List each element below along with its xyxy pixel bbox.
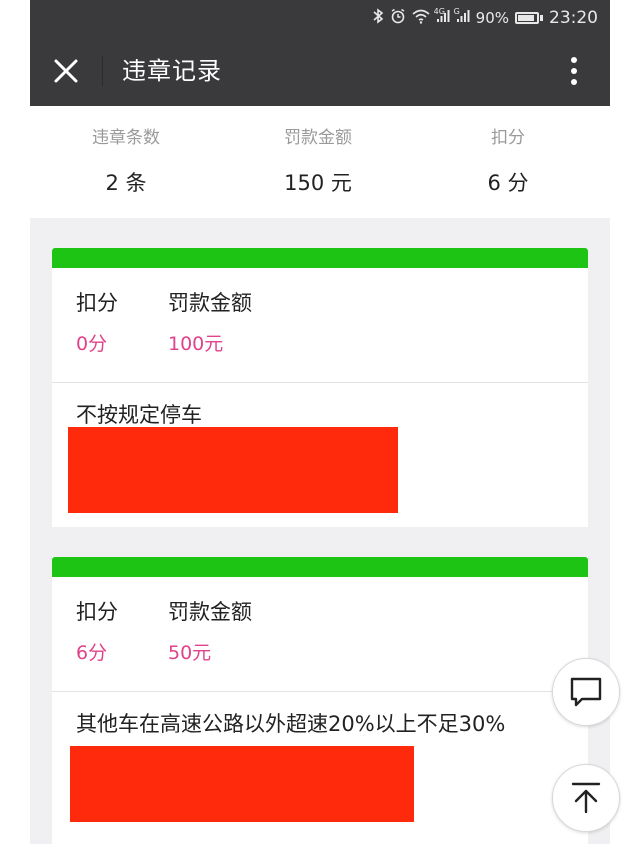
back-to-top-button[interactable] [552,764,620,832]
points-label: 扣分 [76,600,118,624]
redacted-block [70,746,414,822]
status-time: 23:20 [549,8,598,28]
summary-count-label: 违章条数 [92,128,160,148]
signal-icon: G [454,7,470,27]
summary-fine-label: 罚款金额 [284,128,352,148]
more-options-button[interactable] [556,53,592,89]
back-to-top-icon [571,782,601,814]
alarm-icon [390,8,406,28]
title-divider [102,56,103,86]
points-value: 6分 [76,642,108,664]
fine-value: 100元 [168,333,224,355]
card-description: 其他车在高速公路以外超速20%以上不足30% [52,692,588,844]
fine-value: 50元 [168,642,212,664]
phone-screen: 4G G 90% 23:20 违章记录 违章条数 2 条 罚款金额 150 元 … [30,0,610,844]
fine-label: 罚款金额 [168,600,252,624]
points-value: 0分 [76,333,108,355]
violation-description: 不按规定停车 [76,403,202,427]
more-vertical-icon [571,57,577,85]
card-stats: 扣分 罚款金额 6分 50元 [52,577,588,692]
redacted-block [68,427,398,513]
violation-card[interactable]: 扣分 罚款金额 0分 100元 不按规定停车 [52,248,588,527]
status-icons: 4G G 90% 23:20 [372,7,598,28]
page-title: 违章记录 [122,57,222,85]
network-tag: 4G [433,7,445,16]
points-label: 扣分 [76,291,118,315]
bluetooth-icon [372,8,384,28]
violation-card[interactable]: 扣分 罚款金额 6分 50元 其他车在高速公路以外超速20%以上不足30% [52,557,588,844]
card-stats: 扣分 罚款金额 0分 100元 [52,268,588,383]
fine-label: 罚款金额 [168,291,252,315]
summary-points: 扣分 6 分 [428,126,588,198]
card-accent-bar [52,557,588,577]
card-description: 不按规定停车 [52,383,588,527]
sim-tag: G [453,7,460,16]
summary-count: 违章条数 2 条 [46,126,206,198]
status-bar: 4G G 90% 23:20 [30,0,610,36]
violation-description: 其他车在高速公路以外超速20%以上不足30% [76,712,506,736]
comment-button[interactable] [552,658,620,726]
summary-fine-value: 150 元 [284,171,352,195]
close-button[interactable] [48,53,84,89]
title-bar: 违章记录 [30,36,610,106]
card-accent-bar [52,248,588,268]
battery-percent: 90% [475,9,509,27]
summary-points-value: 6 分 [487,171,529,195]
summary-panel: 违章条数 2 条 罚款金额 150 元 扣分 6 分 [30,106,610,218]
summary-points-label: 扣分 [491,128,525,148]
summary-count-value: 2 条 [105,171,147,195]
close-icon [54,59,78,83]
summary-fine: 罚款金额 150 元 [238,126,398,198]
signal-4g-icon: 4G [434,7,450,27]
comment-icon [570,677,602,707]
wifi-icon [412,9,430,28]
battery-icon [515,12,543,24]
